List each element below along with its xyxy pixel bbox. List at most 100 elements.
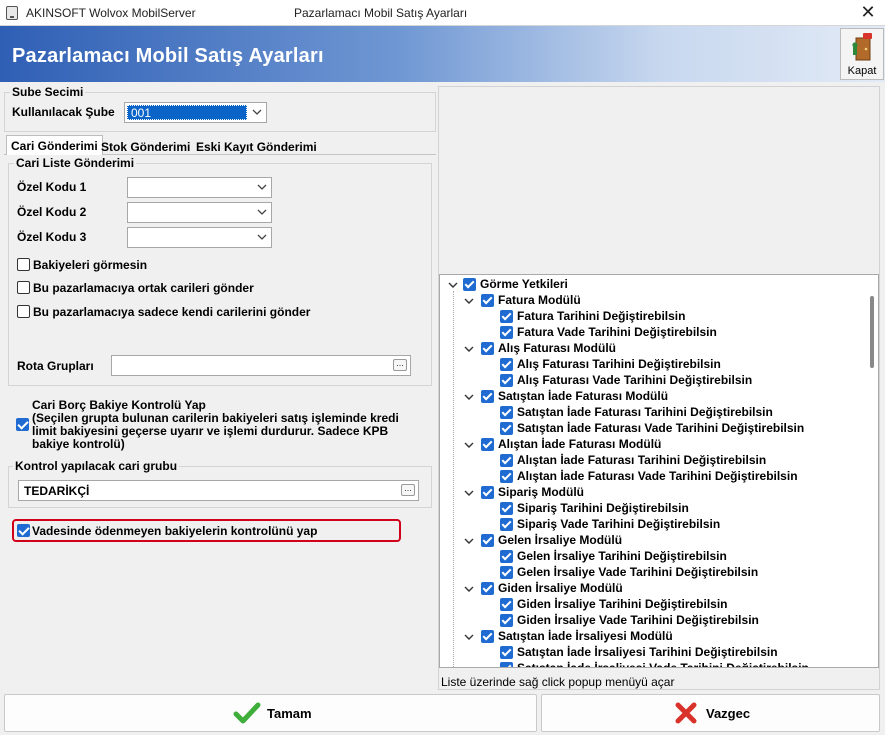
tree-expand-chevron-icon[interactable]: [464, 344, 474, 354]
tree-checkbox[interactable]: [481, 390, 494, 403]
tree-node-label: Alıştan İade Faturası Modülü: [498, 437, 662, 451]
tree-checkbox[interactable]: [463, 278, 476, 291]
branch-selected-highlight: 001: [127, 105, 247, 120]
tree-checkbox[interactable]: [500, 454, 513, 467]
right-edge: [880, 130, 885, 690]
kontrol-grubu-field[interactable]: TEDARİKÇİ ...: [18, 480, 419, 501]
tree-node-label: Görme Yetkileri: [480, 277, 568, 291]
tree-node-label: Giden İrsaliye Modülü: [498, 581, 623, 595]
tree-checkbox[interactable]: [500, 566, 513, 579]
tree-scrollbar-thumb[interactable]: [870, 296, 874, 368]
tree-checkbox[interactable]: [500, 598, 513, 611]
chevron-down-icon: [257, 184, 267, 190]
kontrol-grubu-value: TEDARİKÇİ: [24, 484, 90, 498]
ozel-kodu-1-select[interactable]: [127, 177, 272, 198]
kontrol-grubu-title: Kontrol yapılacak cari grubu: [13, 459, 180, 473]
tree-expand-chevron-icon[interactable]: [464, 296, 474, 306]
kendi-carilerini-gonder-checkbox[interactable]: [17, 305, 30, 318]
tree-checkbox[interactable]: [500, 614, 513, 627]
ortak-carileri-gonder-label: Bu pazarlamacıya ortak carileri gönder: [33, 281, 254, 295]
cancel-button[interactable]: Vazgec: [541, 694, 880, 732]
close-button[interactable]: Kapat: [840, 28, 884, 80]
tree-expand-chevron-icon[interactable]: [464, 392, 474, 402]
tree-node-label: Sipariş Modülü: [498, 485, 585, 499]
bakiyeleri-gormesin-checkbox[interactable]: [17, 258, 30, 271]
borc-kontrol-desc-3: bakiye kontrolü): [32, 437, 125, 451]
tree-node-label: Alış Faturası Tarihini Değiştirebilsin: [517, 357, 721, 371]
tree-expand-chevron-icon[interactable]: [464, 584, 474, 594]
rota-gruplari-label: Rota Grupları: [17, 359, 94, 373]
tree-checkbox[interactable]: [500, 518, 513, 531]
tree-node-label: Fatura Modülü: [498, 293, 581, 307]
ortak-carileri-gonder-checkbox[interactable]: [17, 281, 30, 294]
tab-stok-gonderimi[interactable]: Stok Gönderimi: [97, 137, 194, 157]
rota-gruplari-field[interactable]: ...: [111, 355, 411, 376]
kendi-carilerini-gonder-label: Bu pazarlamacıya sadece kendi carilerini…: [33, 305, 311, 319]
tab-eski-kayit-gonderimi[interactable]: Eski Kayıt Gönderimi: [192, 137, 321, 157]
tree-node-label: Sipariş Tarihini Değiştirebilsin: [517, 501, 689, 515]
close-button-label: Kapat: [847, 65, 877, 77]
tree-checkbox[interactable]: [500, 662, 513, 667]
tree-node-label: Satıştan İade Faturası Tarihini Değiştir…: [517, 405, 773, 419]
tree-expand-chevron-icon[interactable]: [464, 488, 474, 498]
tree-node-label: Giden İrsaliye Vade Tarihini Değiştirebi…: [517, 613, 759, 627]
tree-checkbox[interactable]: [481, 438, 494, 451]
tree-node-label: Satıştan İade İrsaliyesi Modülü: [498, 629, 673, 643]
ok-button-label: Tamam: [267, 706, 312, 721]
ozel-kodu-1-label: Özel Kodu 1: [17, 180, 87, 194]
ellipsis-button[interactable]: ...: [393, 359, 407, 371]
tree-checkbox[interactable]: [500, 550, 513, 563]
tree-checkbox[interactable]: [500, 422, 513, 435]
chevron-down-icon: [252, 109, 262, 115]
tree-checkbox[interactable]: [481, 630, 494, 643]
tree-checkbox[interactable]: [500, 406, 513, 419]
ozel-kodu-2-select[interactable]: [127, 202, 272, 223]
tree-node-label: Giden İrsaliye Tarihini Değiştirebilsin: [517, 597, 728, 611]
vadesinde-label: Vadesinde ödenmeyen bakiyelerin kontrolü…: [32, 524, 318, 538]
tree-checkbox[interactable]: [500, 502, 513, 515]
tree-hint: Liste üzerinde sağ click popup menüyü aç…: [441, 675, 675, 689]
tree-node-label: Alıştan İade Faturası Tarihini Değiştire…: [517, 453, 767, 467]
chevron-down-icon: [257, 209, 267, 215]
tree-expand-chevron-icon[interactable]: [464, 536, 474, 546]
borc-kontrol-checkbox[interactable]: [16, 418, 29, 431]
tree-node-label: Sipariş Vade Tarihini Değiştirebilsin: [517, 517, 721, 531]
chevron-down-icon: [257, 234, 267, 240]
cari-liste-title: Cari Liste Gönderimi: [14, 156, 137, 170]
branch-value: 001: [131, 106, 152, 120]
tree-checkbox[interactable]: [481, 486, 494, 499]
tree-expand-chevron-icon[interactable]: [448, 280, 458, 290]
tree-node-label: Satıştan İade İrsaliyesi Vade Tarihini D…: [517, 661, 809, 668]
branch-select[interactable]: 001: [124, 102, 267, 123]
vadesinde-checkbox[interactable]: [17, 524, 30, 537]
tree-node-label: Satıştan İade Faturası Modülü: [498, 389, 669, 403]
borc-kontrol-text: Cari Borç Bakiye Kontrolü Yap (Seçilen g…: [32, 399, 399, 451]
tree-checkbox[interactable]: [500, 374, 513, 387]
tree-expand-chevron-icon[interactable]: [464, 632, 474, 642]
ozel-kodu-3-select[interactable]: [127, 227, 272, 248]
tree-node-label: Gelen İrsaliye Tarihini Değiştirebilsin: [517, 549, 727, 563]
tree-node-label: Fatura Vade Tarihini Değiştirebilsin: [517, 325, 717, 339]
tree-checkbox[interactable]: [500, 358, 513, 371]
window-close-button[interactable]: ✕: [856, 1, 880, 23]
tree-checkbox[interactable]: [481, 534, 494, 547]
ellipsis-button[interactable]: ...: [401, 484, 415, 496]
tree-node-label: Alış Faturası Vade Tarihini Değiştirebil…: [517, 373, 753, 387]
tree-expand-chevron-icon[interactable]: [464, 440, 474, 450]
tree-checkbox[interactable]: [500, 326, 513, 339]
app-icon: [6, 6, 18, 20]
ok-button[interactable]: Tamam: [4, 694, 537, 732]
ozel-kodu-3-label: Özel Kodu 3: [17, 230, 87, 244]
tree-checkbox[interactable]: [481, 342, 494, 355]
tree-node-label: Alıştan İade Faturası Vade Tarihini Deği…: [517, 469, 798, 483]
page-title: Pazarlamacı Mobil Satış Ayarları: [12, 45, 324, 67]
tab-cari-gonderimi[interactable]: Cari Gönderimi: [6, 135, 103, 155]
tree-checkbox[interactable]: [481, 294, 494, 307]
tree-checkbox[interactable]: [500, 310, 513, 323]
permission-tree[interactable]: Görme Yetkileri Fatura Modülü Fatura Tarih…: [439, 274, 879, 668]
green-checkmark-icon: [233, 702, 261, 724]
tree-checkbox[interactable]: [500, 646, 513, 659]
tree-checkbox[interactable]: [500, 470, 513, 483]
tree-node-label: Satıştan İade İrsaliyesi Tarihini Değişt…: [517, 645, 778, 659]
tree-checkbox[interactable]: [481, 582, 494, 595]
